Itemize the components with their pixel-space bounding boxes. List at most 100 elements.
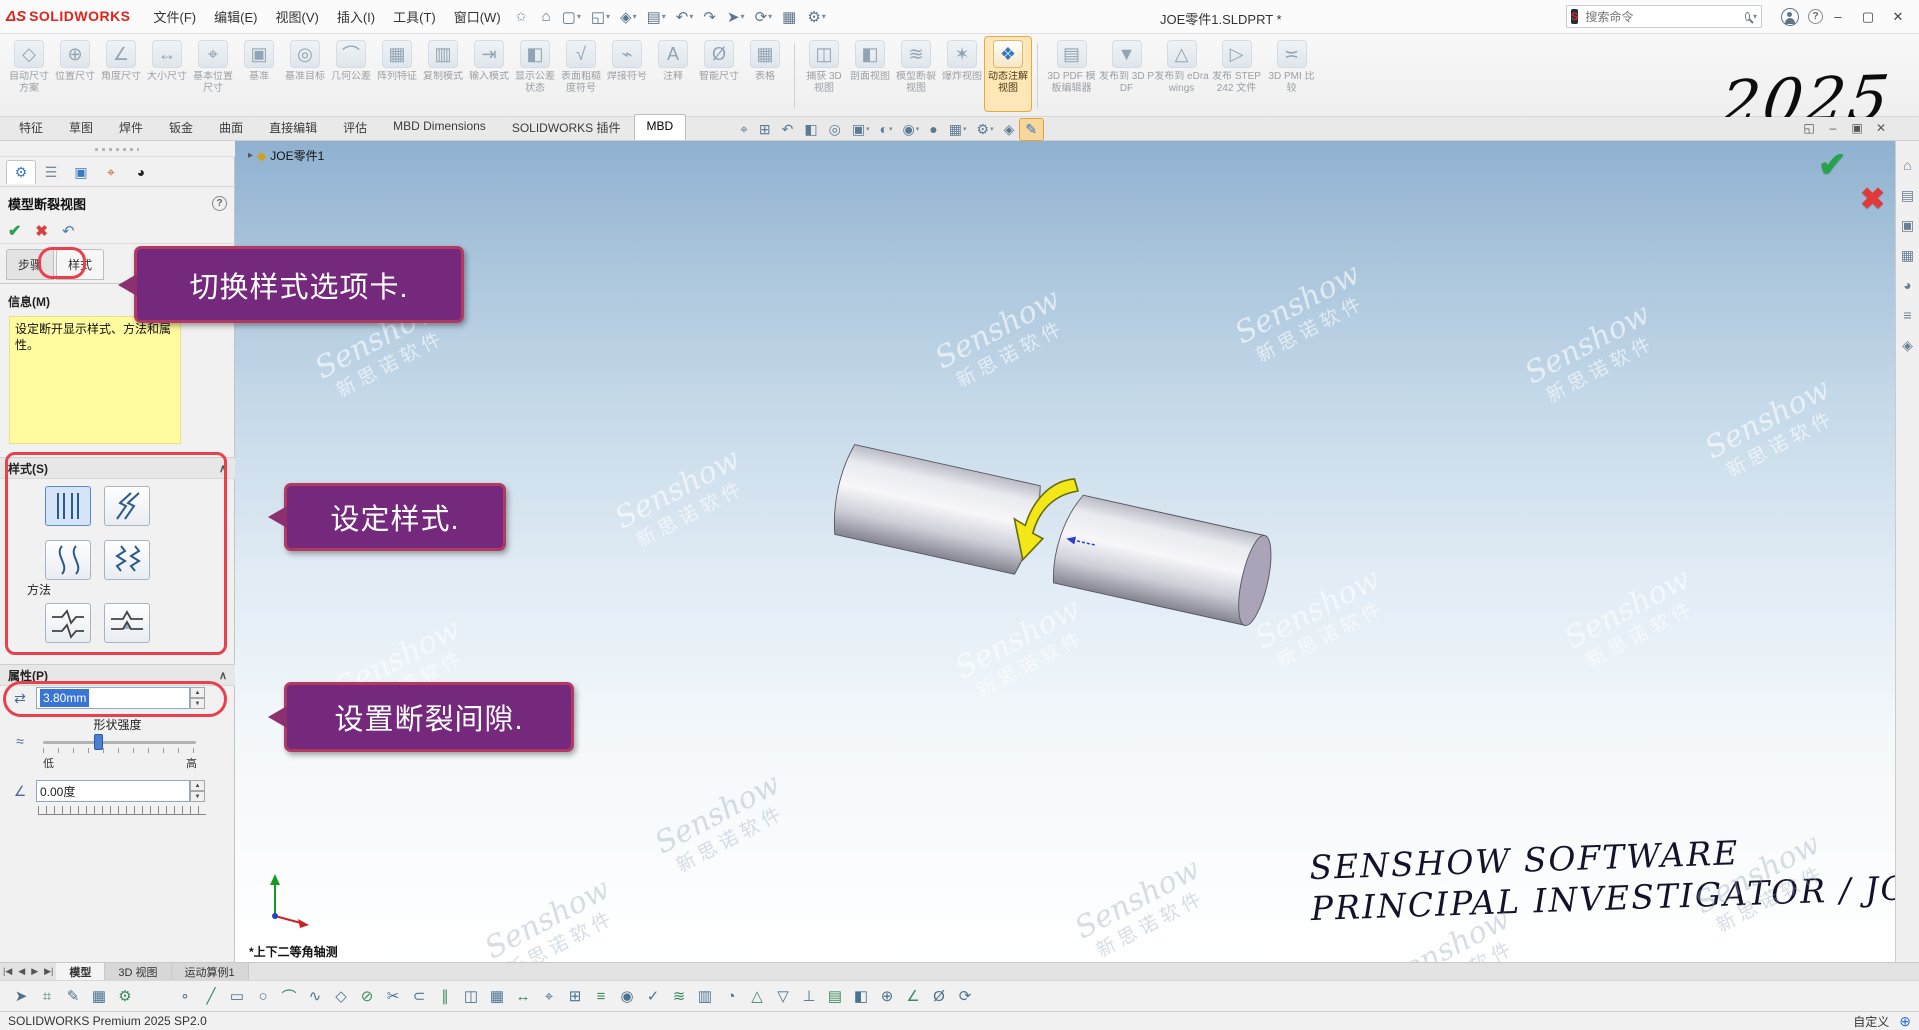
arc-tool-icon[interactable]: ⌒ [276, 984, 302, 1008]
spin-down-icon[interactable]: ▼ [190, 698, 205, 709]
tab-scroll-icon[interactable]: ▶ [28, 966, 41, 977]
menu-item[interactable]: 文件(F) [145, 1, 206, 32]
command-tab[interactable]: SOLIDWORKS 插件 [499, 114, 634, 140]
help-icon[interactable]: ? [1808, 9, 1823, 24]
command-tab[interactable]: MBD [634, 114, 687, 140]
ribbon-button[interactable]: ◎ 基准目标 [282, 37, 328, 111]
minimize-icon[interactable]: – [1823, 5, 1853, 28]
render-tools-icon[interactable]: ◈ [999, 119, 1021, 140]
ribbon-button[interactable]: ⌖ 基本位置尺寸 [190, 37, 236, 111]
select-icon[interactable]: ➤▾ [722, 4, 750, 30]
pm-tab-button[interactable]: 样式 [56, 249, 104, 280]
ribbon-button[interactable]: ≍ 3D PMI 比较 [1264, 37, 1319, 111]
pm-cancel-button[interactable]: ✖ [35, 222, 48, 240]
confirmation-cancel-icon[interactable]: ✖ [1860, 182, 1885, 217]
ribbon-button[interactable]: ⌁ 焊接符号 [604, 37, 650, 111]
close-icon[interactable]: ✕ [1883, 5, 1913, 29]
sketch-tool-icon[interactable]: ✎ [60, 984, 86, 1008]
slider-handle[interactable] [94, 734, 103, 750]
command-tab[interactable]: 特征 [6, 114, 56, 140]
forum-icon[interactable]: ◈ [1898, 333, 1918, 357]
ribbon-button[interactable]: ⌒ 几何公差 [328, 37, 374, 111]
document-tab[interactable]: 3D 视图 [105, 963, 171, 980]
custom-properties-icon[interactable]: ≡ [1898, 303, 1918, 327]
collapse-icon[interactable]: ∧ [219, 669, 227, 682]
shape-strength-slider[interactable] [43, 741, 196, 744]
ribbon-button[interactable]: ⇥ 输入模式 [466, 37, 512, 111]
style-straight-cut-button[interactable] [45, 486, 91, 526]
polygon-tool-icon[interactable]: ◇ [328, 984, 354, 1008]
command-tab[interactable]: 曲面 [206, 114, 256, 140]
new-document-icon[interactable]: ▢▾ [557, 4, 586, 30]
method-pipe-button[interactable] [45, 603, 91, 643]
display-manager-tab[interactable]: ◕ [126, 160, 156, 184]
appearances-icon[interactable]: ◕ [1898, 273, 1918, 297]
design-library-icon[interactable]: ▤ [1898, 183, 1918, 207]
ribbon-button[interactable]: ◇ 自动尺寸方案 [6, 37, 52, 111]
properties-section-header[interactable]: 属性(P) ∧ [0, 664, 235, 686]
zoom-to-fit-icon[interactable]: ⌖ [735, 119, 754, 140]
view-shortcut-icon[interactable]: ▦ [86, 984, 112, 1008]
ribbon-button[interactable]: ❖ 动态注解视图 [985, 37, 1031, 111]
property-manager-tab[interactable]: ⚙ [6, 160, 36, 184]
annotation-visibility-icon[interactable]: ◎ [824, 119, 847, 140]
configuration-manager-tab[interactable]: ▣ [66, 160, 96, 184]
tree-expand-icon[interactable]: ▸ [248, 150, 253, 161]
ribbon-button[interactable]: ▦ 阵列特征 [374, 37, 420, 111]
measure-tool-icon[interactable]: ⊞ [562, 984, 588, 1008]
tab-scroll-icon[interactable]: ◀ [15, 966, 28, 977]
curvature-icon[interactable]: ◔ [718, 984, 744, 1008]
restore-doc-icon[interactable]: ◱ [1797, 119, 1821, 137]
angle-tool-icon[interactable]: ∠ [900, 984, 926, 1008]
slot-tool-icon[interactable]: ⊘ [354, 984, 380, 1008]
break-angle-spinner[interactable]: ▲▼ [190, 780, 205, 802]
style-jagged-cut-button[interactable] [104, 540, 150, 580]
document-tab[interactable]: 运动算例1 [172, 963, 249, 980]
ribbon-button[interactable]: A 注释 [650, 37, 696, 111]
sensor-icon[interactable]: ◉ [614, 984, 640, 1008]
close-doc-icon[interactable]: ✕ [1869, 119, 1893, 137]
ribbon-button[interactable]: ◫ 捕获 3D 视图 [801, 37, 847, 111]
select-tool-icon[interactable]: ➤ [8, 984, 34, 1008]
draft-analysis-icon[interactable]: △ [744, 984, 770, 1008]
panel-grip[interactable] [0, 141, 235, 157]
search-icon[interactable] [1745, 12, 1750, 21]
pm-undo-button[interactable]: ↶ [62, 222, 75, 240]
globe-icon[interactable]: ⊕ [1899, 1013, 1911, 1030]
convert-entities-icon[interactable]: ⊂ [406, 984, 432, 1008]
minimize-doc-icon[interactable]: – [1821, 119, 1845, 137]
search-caret-icon[interactable]: ▾ [1753, 12, 1757, 21]
style-section-header[interactable]: 样式(S) ∧ [0, 457, 235, 479]
spin-down-icon[interactable]: ▼ [190, 791, 205, 802]
ribbon-button[interactable]: ▥ 复制模式 [420, 37, 466, 111]
ribbon-button[interactable]: ⊕ 位置尺寸 [52, 37, 98, 111]
view-palette-icon[interactable]: ▦ [1898, 243, 1918, 267]
tab-scroll-icon[interactable]: ▶| [41, 966, 56, 977]
search-input[interactable] [1583, 9, 1742, 25]
gap-size-spinner[interactable]: ▲▼ [190, 687, 205, 709]
viewport[interactable]: ▸ ◆ JOE零件1 ✔ ✖ [235, 141, 1895, 962]
ribbon-button[interactable]: ▷ 发布 STEP 242 文件 [1209, 37, 1264, 111]
command-search[interactable]: S ▾ [1566, 5, 1762, 28]
view-settings-icon[interactable]: ⚙▾ [972, 119, 999, 140]
method-planar-button[interactable] [104, 603, 150, 643]
dimxpert-manager-tab[interactable]: ⌖ [96, 160, 126, 184]
ribbon-button[interactable]: ◧ 显示公差状态 [512, 37, 558, 111]
style-s-curve-cut-button[interactable] [45, 540, 91, 580]
diameter-tool-icon[interactable]: Ø [926, 984, 952, 1008]
maximize-doc-icon[interactable]: ▣ [1845, 119, 1869, 137]
ribbon-button[interactable]: √ 表面粗糙度符号 [558, 37, 604, 111]
rebuild-icon[interactable]: ⟳▾ [750, 4, 778, 30]
undo-icon[interactable]: ↶▾ [671, 4, 699, 30]
line-tool-icon[interactable]: ╱ [198, 984, 224, 1008]
spin-up-icon[interactable]: ▲ [190, 687, 205, 698]
home-icon[interactable]: ⌂ [537, 4, 557, 29]
macro-icon[interactable]: ⚙ [112, 984, 138, 1008]
pm-ok-button[interactable]: ✔ [8, 221, 21, 241]
file-properties-icon[interactable]: ▦ [777, 4, 802, 30]
dynamic-annotation-view-toggle-icon[interactable]: ✎ [1020, 119, 1043, 140]
point-tool-icon[interactable]: ∘ [172, 984, 198, 1008]
circle-tool-icon[interactable]: ○ [250, 984, 276, 1008]
command-tab[interactable]: 草图 [56, 114, 106, 140]
parting-line-icon[interactable]: ⊥ [796, 984, 822, 1008]
